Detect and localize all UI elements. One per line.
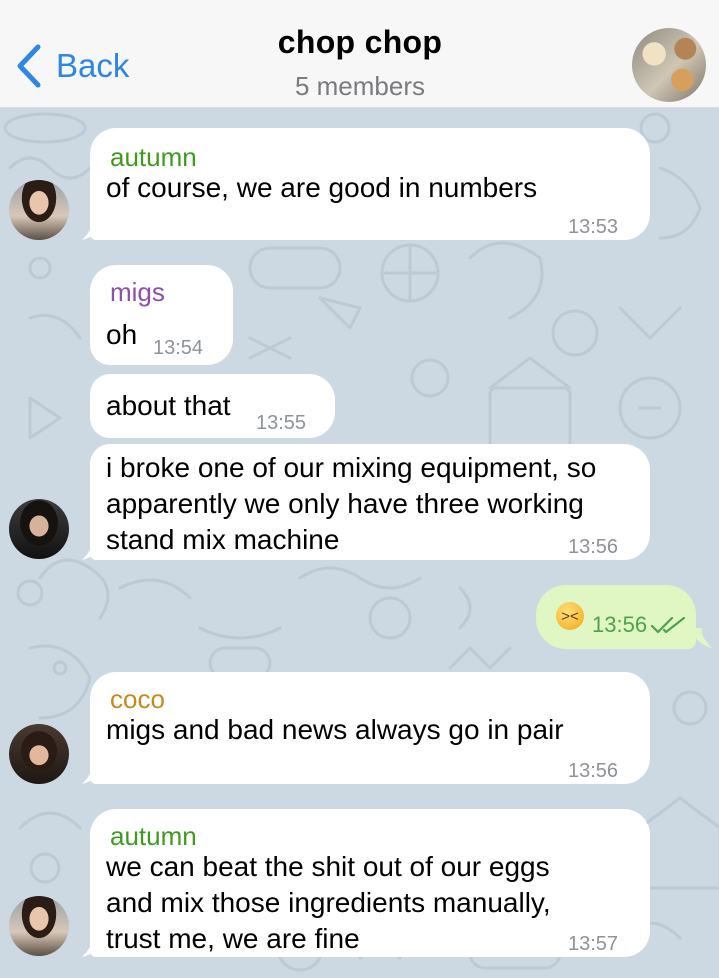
group-avatar[interactable] <box>632 28 706 102</box>
chat-title-area[interactable]: chop chop 5 members <box>160 24 560 102</box>
back-label: Back <box>56 47 130 84</box>
message-bubble[interactable]: i broke one of our mixing equipment, so … <box>90 444 650 560</box>
message-bubble[interactable]: autumn we can beat the shit out of our e… <box>90 809 650 957</box>
message-time: 13:53 <box>568 216 619 238</box>
avatar-migs[interactable] <box>9 499 69 559</box>
bubble-tail <box>82 937 104 957</box>
chat-header: Back chop chop 5 members <box>0 0 719 108</box>
message-bubble[interactable]: about that 13:55 <box>90 374 335 438</box>
chevron-left-icon <box>17 44 41 88</box>
bubble-tail <box>82 764 104 784</box>
sender-name[interactable]: migs <box>110 277 165 308</box>
bubble-tail <box>690 628 712 648</box>
message-text: about that <box>106 390 231 421</box>
message-time: 13:55 <box>256 412 307 434</box>
chat-title: chop chop <box>277 24 443 60</box>
message-time: 13:57 <box>568 933 619 955</box>
bubble-tail <box>82 540 104 560</box>
message-time: 13:56 <box>568 536 619 558</box>
message-text: we can beat the shit out of our eggs and… <box>106 851 551 954</box>
back-button[interactable]: Back <box>14 40 129 92</box>
message-list[interactable]: autumn of course, we are good in numbers… <box>0 108 719 978</box>
avatar-autumn[interactable] <box>9 180 69 240</box>
sender-name[interactable]: autumn <box>110 142 197 173</box>
message-time: 13:54 <box>153 337 204 359</box>
sender-name[interactable]: coco <box>110 684 165 715</box>
message-bubble[interactable]: autumn of course, we are good in numbers… <box>90 128 650 240</box>
message-time: 13:56 <box>568 760 619 782</box>
message-text: i broke one of our mixing equipment, so … <box>106 452 597 555</box>
double-check-icon <box>650 616 686 634</box>
sender-name[interactable]: autumn <box>110 821 197 852</box>
message-text: migs and bad news always go in pair <box>106 714 564 745</box>
message-bubble[interactable]: coco migs and bad news always go in pair… <box>90 672 650 784</box>
persevering-face-emoji: >< <box>556 602 584 630</box>
message-text: of course, we are good in numbers <box>106 172 538 203</box>
message-bubble[interactable]: migs oh 13:54 <box>90 265 233 365</box>
member-count: 5 members <box>294 71 426 101</box>
avatar-coco[interactable] <box>9 724 69 784</box>
avatar-autumn[interactable] <box>9 896 69 956</box>
bubble-tail <box>82 220 104 240</box>
message-text: oh <box>106 319 138 350</box>
message-time: 13:56 <box>592 612 648 637</box>
